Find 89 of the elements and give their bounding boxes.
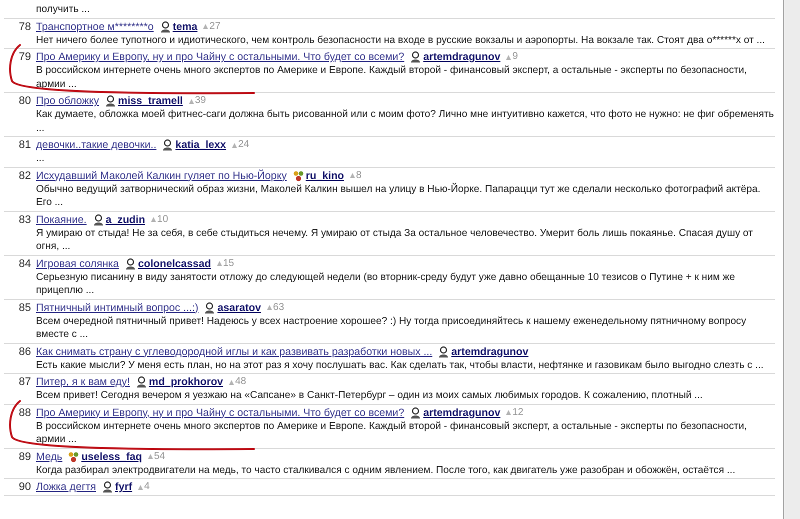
entry-excerpt: Нет ничего более тупотного и идиотического, чем контроль безопасности на входе в русские вокзалы и аэропорты. На вокзале так. Стоят два о******х от ... (36, 34, 766, 47)
entry-number: 89 (18, 450, 32, 464)
author-link[interactable]: fyrf (115, 480, 132, 494)
triangle-icon (151, 217, 156, 222)
author-link[interactable]: katia_lexx (175, 138, 226, 152)
entry-title-link[interactable]: Транспортное м********о (36, 20, 154, 34)
entry-title-link[interactable]: Исхудавший Маколей Калкин гуляет по Нью-Йорку (36, 168, 287, 182)
entry-number: 80 (18, 94, 32, 109)
triangle-icon (350, 173, 356, 178)
rating-count: 12 (512, 406, 524, 420)
author-link[interactable]: miss_tramell (118, 94, 183, 108)
user-icon[interactable] (124, 258, 136, 270)
rating-count: 27 (209, 20, 221, 34)
user-icon[interactable] (136, 376, 147, 388)
entry-number: 86 (18, 344, 32, 360)
author-link[interactable]: colonelcassad (138, 256, 211, 270)
user-icon[interactable] (162, 139, 174, 151)
entry-title-link[interactable]: Про Америку и Европу, ну и про Чайну с остальными. Что будет со всеми? (36, 406, 404, 420)
entry-number: 81 (18, 138, 32, 153)
entry-title-link[interactable]: Как снимать страну с углеводородной иглы и как развивать разработки новых ... (36, 344, 432, 358)
rating-count: 9 (512, 50, 518, 64)
entry-excerpt: Есть какие мысли? У меня есть план, но на этот раз я хочу послушать вас. Как сделать так, чтобы власти, нефтянке и газовикам было выгодно слезть с ... (36, 358, 765, 372)
entry-excerpt: Обычно ведущий затворнический образ жизни, Маколей Калкин вышел на улицу в Нью-Йорке. Папарацци тут же сделали несколько фотографий актёра. Его ... (36, 182, 762, 210)
triangle-icon (506, 54, 512, 60)
rating-count: 10 (157, 212, 168, 226)
entry-excerpt: Всем привет! Сегодня вечером я уезжаю на «Сапсане» в Санкт-Петербург – один из моих самых любимых городов. К сожалению, плотный ... (36, 389, 704, 402)
entry-number: 78 (18, 20, 32, 34)
author-link[interactable]: useless_faq (81, 450, 142, 464)
entry-title-link[interactable]: девочки..такие девочки.. (36, 138, 156, 152)
entry-title-link[interactable]: Медь (36, 450, 62, 464)
community-icon[interactable] (292, 170, 304, 182)
rating-count: 15 (222, 256, 234, 270)
entry-excerpt: Когда разбирал электродвигатели на медь, то часто сталкивался с одним явлением. После того, как двигатель уже разобран и обожжён, остаётся ... (36, 464, 736, 477)
user-icon[interactable] (105, 95, 116, 107)
author-link[interactable]: asaratov (217, 300, 262, 314)
entry-excerpt: В российском интернете очень много экспертов по Америке и Европе. Каждый второй - финансовый эксперт, а остальные - эксперты по безопасности, армии ... (36, 64, 748, 91)
entry-number: 79 (18, 50, 32, 65)
user-icon[interactable] (204, 302, 216, 314)
rating-count: 4 (144, 480, 150, 494)
author-link[interactable]: ru_kino (306, 168, 344, 182)
user-icon[interactable] (410, 51, 422, 63)
author-link[interactable]: md_prokhorov (148, 375, 224, 389)
author-link[interactable]: a_zudin (106, 212, 146, 226)
entry-excerpt: получить ... (36, 3, 91, 16)
entry-excerpt: ... (36, 152, 46, 166)
entry-title-link[interactable]: Про Америку и Европу, ну и про Чайну с остальными. Что будет со всеми? (36, 50, 404, 64)
author-link[interactable]: artemdragunov (451, 344, 528, 358)
entry-number: 88 (18, 406, 32, 420)
entry-excerpt: Серьезную писанину в виду занятости отложу до следующей недели (во вторник-среду будут уже давно обещанные 10 тезисов о Путине + к ним же прицеплю ... (36, 270, 736, 298)
triangle-icon (506, 410, 512, 415)
user-icon[interactable] (92, 214, 104, 226)
triangle-icon (188, 98, 194, 104)
triangle-icon (203, 24, 208, 29)
entry-number: 90 (18, 480, 32, 494)
entry-number: 84 (18, 256, 32, 272)
author-link[interactable]: artemdragunov (423, 406, 500, 420)
entry-excerpt: Как думаете, обложка моей фитнес-саги должна быть рисованной или с моим фото? Лично мне интуитивно кажется, что фото не нужно: не фиг обременять ... (36, 108, 775, 135)
user-icon[interactable] (410, 406, 422, 418)
entry-title-link[interactable]: Питер, я к вам еду! (36, 375, 130, 389)
rating-count: 63 (273, 300, 284, 314)
rating-count: 39 (194, 94, 206, 108)
entry-number: 82 (18, 168, 32, 184)
rating-count: 24 (238, 138, 250, 152)
user-icon[interactable] (160, 20, 171, 32)
triangle-icon (232, 142, 238, 148)
entry-excerpt: Всем очередной пятничный привет! Надеюсь у всех настроение хорошее? :) Ну тогда присоединяйтесь к нашему еженедельному пятничному вопросу вместе с ... (36, 314, 748, 342)
triangle-icon (216, 261, 222, 266)
rating-count: 8 (356, 168, 362, 182)
entry-title-link[interactable]: Про обложку (36, 94, 100, 108)
community-icon[interactable] (68, 450, 80, 462)
entry-number: 83 (18, 212, 32, 228)
entry-number: 85 (18, 300, 32, 316)
entry-excerpt: Я умираю от стыда! Не за себя, в себе стыдиться нечему. Я умираю от стыда За остальное человечество. Умерит боль лишь покаянье. Спасая душу от огня, ... (36, 226, 754, 254)
author-link[interactable]: artemdragunov (423, 50, 500, 64)
entry-title-link[interactable]: Ложка дегтя (36, 480, 96, 494)
triangle-icon (267, 305, 272, 310)
triangle-icon (148, 454, 153, 459)
rating-count: 48 (235, 375, 246, 389)
rating-count: 54 (154, 450, 166, 464)
entry-number: 87 (18, 375, 32, 390)
author-link[interactable]: tema (172, 20, 198, 34)
user-icon[interactable] (102, 481, 114, 493)
entry-title-link[interactable]: Покаяние. (36, 212, 87, 226)
entry-excerpt: В российском интернете очень много экспертов по Америке и Европе. Каждый второй - финансовый эксперт, а остальные - эксперты по безопасности, армии ... (36, 420, 748, 446)
triangle-icon (229, 380, 234, 384)
triangle-icon (138, 484, 144, 490)
user-icon[interactable] (438, 346, 450, 358)
entry-title-link[interactable]: Игровая солянка (36, 256, 119, 270)
entry-title-link[interactable]: Пятничный интимный вопрос ...:) (36, 300, 198, 314)
